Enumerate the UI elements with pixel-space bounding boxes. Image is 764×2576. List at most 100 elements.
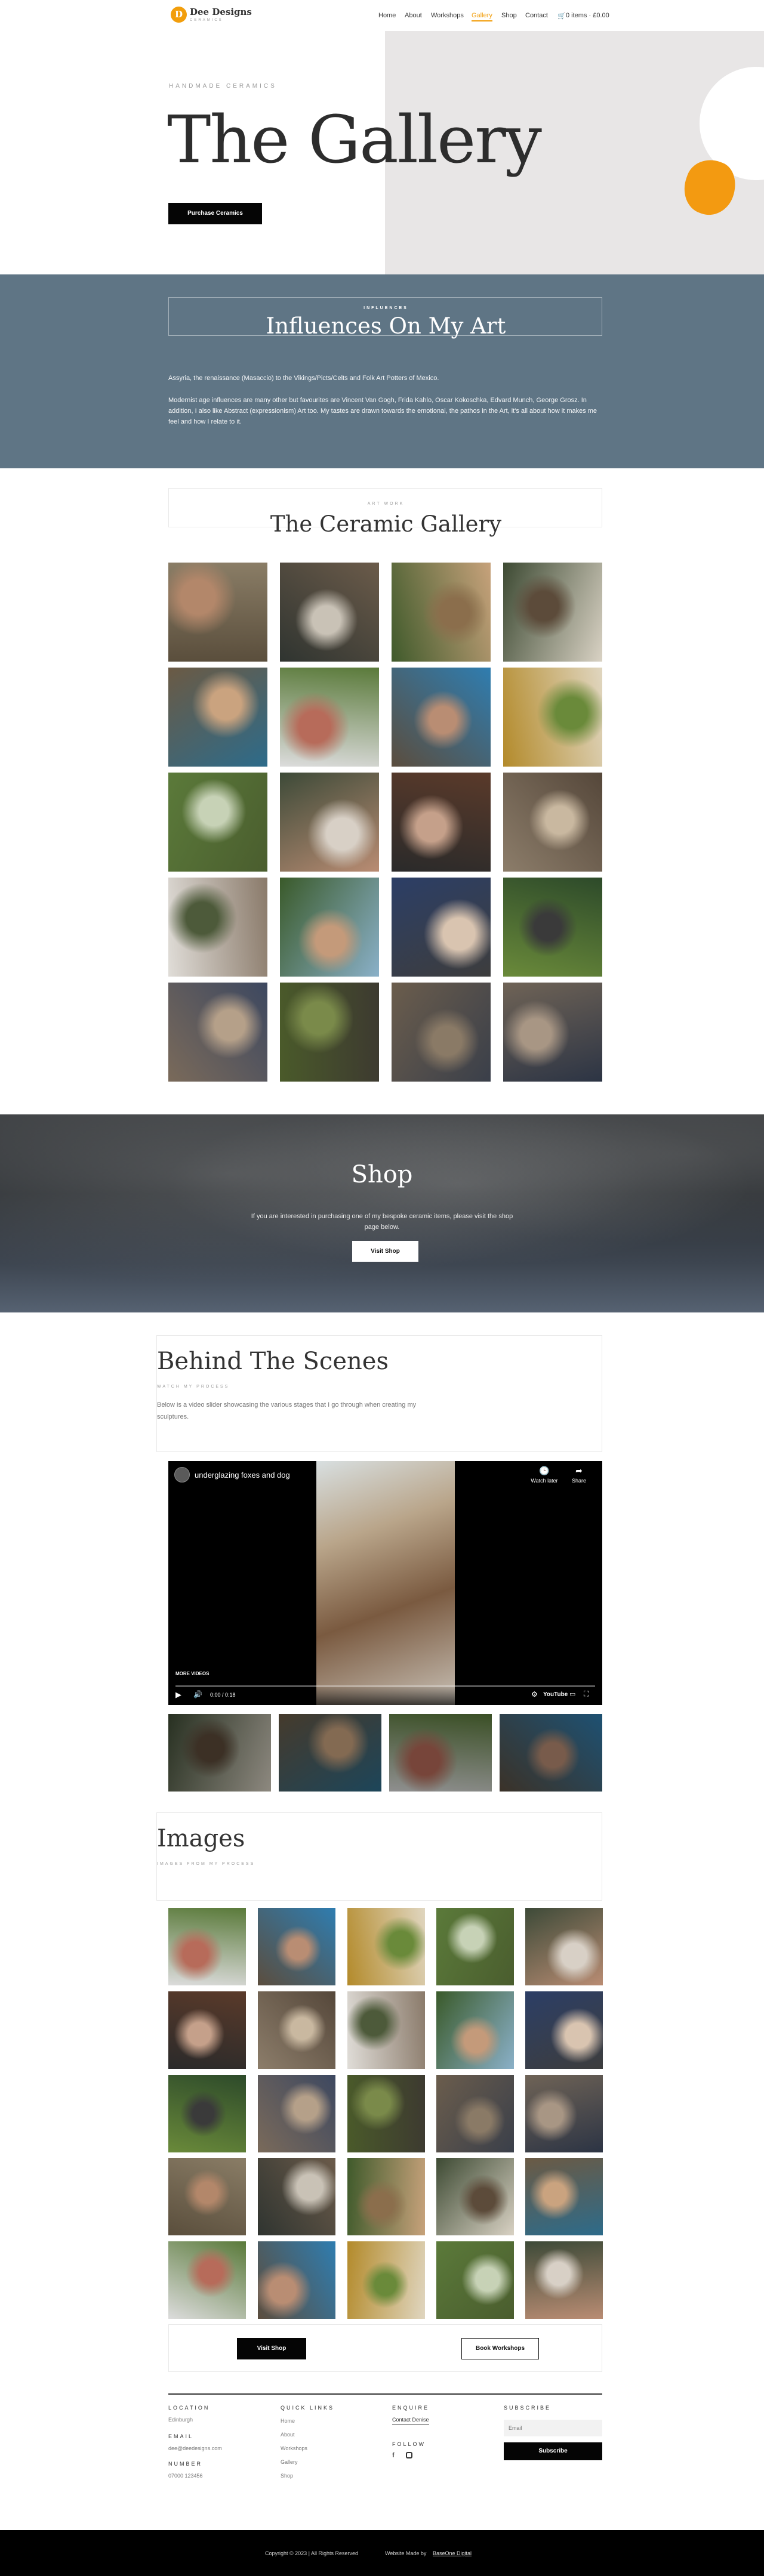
- watch-later-label[interactable]: Watch later: [530, 1478, 559, 1484]
- logo-icon[interactable]: D: [171, 7, 187, 23]
- behind-scenes-box: Behind The Scenes WATCH MY PROCESS Below…: [156, 1335, 602, 1452]
- process-image[interactable]: [258, 1908, 335, 1985]
- process-image[interactable]: [436, 2158, 514, 2235]
- process-image[interactable]: [168, 2158, 246, 2235]
- made-by-link[interactable]: BaseOne Digital: [433, 2550, 472, 2556]
- nav-workshops[interactable]: Workshops: [431, 12, 464, 19]
- gallery-heading-box: ART WORK The Ceramic Gallery: [168, 488, 602, 537]
- gallery-image[interactable]: [503, 878, 602, 977]
- nav-contact[interactable]: Contact: [525, 12, 548, 19]
- gallery-image[interactable]: [503, 773, 602, 872]
- nav-about[interactable]: About: [405, 12, 422, 19]
- gallery-image[interactable]: [280, 668, 379, 767]
- gallery-image[interactable]: [392, 668, 491, 767]
- process-image[interactable]: [347, 2158, 425, 2235]
- gallery-image[interactable]: [392, 983, 491, 1082]
- share-label[interactable]: Share: [568, 1478, 590, 1484]
- process-image[interactable]: [258, 2241, 335, 2319]
- visit-shop-button[interactable]: Visit Shop: [352, 1241, 418, 1262]
- gallery-image[interactable]: [168, 773, 267, 872]
- video-thumbnail[interactable]: [168, 1714, 271, 1792]
- watch-later-icon[interactable]: 🕒: [535, 1466, 554, 1476]
- nav-shop[interactable]: Shop: [501, 12, 517, 19]
- footer-link-about[interactable]: About: [281, 2432, 295, 2438]
- video-time: 0:00 / 0:18: [210, 1692, 236, 1698]
- gallery-image[interactable]: [280, 983, 379, 1082]
- process-image[interactable]: [347, 1991, 425, 2069]
- facebook-icon[interactable]: f: [392, 2452, 395, 2459]
- process-image[interactable]: [258, 2075, 335, 2152]
- gallery-image[interactable]: [280, 563, 379, 662]
- footer-link-workshops[interactable]: Workshops: [281, 2445, 307, 2451]
- footer-link-shop[interactable]: Shop: [281, 2473, 293, 2479]
- video-thumbnail[interactable]: [389, 1714, 492, 1792]
- hero-subtitle: HANDMADE CERAMICS: [169, 83, 277, 89]
- process-image[interactable]: [525, 2158, 603, 2235]
- gallery-image[interactable]: [503, 668, 602, 767]
- gallery-image[interactable]: [392, 878, 491, 977]
- influences-title: Influences On My Art: [266, 313, 506, 339]
- fullscreen-icon[interactable]: ⛶: [584, 1689, 589, 1698]
- gallery-image[interactable]: [503, 983, 602, 1082]
- cart-icon[interactable]: 🛒: [557, 12, 566, 20]
- gallery-image[interactable]: [280, 773, 379, 872]
- nav-gallery[interactable]: Gallery: [472, 12, 492, 21]
- book-workshops-button[interactable]: Book Workshops: [461, 2338, 539, 2359]
- video-title[interactable]: underglazing foxes and dog: [195, 1471, 290, 1479]
- process-image[interactable]: [168, 2241, 246, 2319]
- process-image[interactable]: [436, 2241, 514, 2319]
- share-icon[interactable]: ➦: [569, 1466, 589, 1476]
- process-image[interactable]: [258, 2158, 335, 2235]
- video-thumbnail[interactable]: [279, 1714, 381, 1792]
- process-image[interactable]: [436, 2075, 514, 2152]
- process-image[interactable]: [168, 1908, 246, 1985]
- settings-icon[interactable]: ⚙: [531, 1690, 538, 1698]
- process-image[interactable]: [258, 1991, 335, 2069]
- subscribe-email-input[interactable]: [504, 2420, 602, 2436]
- video-progress-bar[interactable]: [175, 1685, 595, 1687]
- gallery-image[interactable]: [392, 773, 491, 872]
- gallery-image[interactable]: [168, 563, 267, 662]
- process-image[interactable]: [168, 2075, 246, 2152]
- process-image[interactable]: [168, 1991, 246, 2069]
- video-thumbnail[interactable]: [500, 1714, 602, 1792]
- brand-name[interactable]: Dee Designs: [190, 7, 252, 17]
- gallery-image[interactable]: [503, 563, 602, 662]
- process-image[interactable]: [436, 1908, 514, 1985]
- footer-number[interactable]: 07000 123456: [168, 2473, 203, 2479]
- gallery-image[interactable]: [280, 878, 379, 977]
- influences-heading-box: INFLUENCES Influences On My Art: [168, 297, 602, 339]
- video-player[interactable]: underglazing foxes and dog 🕒 Watch later…: [168, 1461, 602, 1705]
- footer-follow-heading: FOLLOW: [392, 2441, 426, 2447]
- cart-summary[interactable]: 0 items · £0.00: [566, 12, 609, 19]
- visit-shop-button-2[interactable]: Visit Shop: [237, 2338, 306, 2359]
- process-image[interactable]: [525, 2075, 603, 2152]
- nav-home[interactable]: Home: [378, 12, 396, 19]
- contact-denise-link[interactable]: Contact Denise: [392, 2417, 429, 2424]
- footer-divider: [168, 2393, 602, 2395]
- process-image[interactable]: [525, 1991, 603, 2069]
- more-videos-label[interactable]: MORE VIDEOS: [175, 1671, 209, 1676]
- volume-icon[interactable]: 🔊: [193, 1690, 202, 1698]
- footer-link-gallery[interactable]: Gallery: [281, 2459, 298, 2465]
- footer-link-home[interactable]: Home: [281, 2418, 295, 2424]
- process-image[interactable]: [436, 1991, 514, 2069]
- gallery-image[interactable]: [168, 983, 267, 1082]
- process-image[interactable]: [347, 2241, 425, 2319]
- footer-email[interactable]: dee@deedesigns.com: [168, 2445, 222, 2451]
- gallery-image[interactable]: [168, 668, 267, 767]
- process-image[interactable]: [347, 2075, 425, 2152]
- instagram-icon[interactable]: [406, 2452, 412, 2458]
- process-image[interactable]: [525, 1908, 603, 1985]
- miniplayer-icon[interactable]: ▭: [569, 1690, 575, 1698]
- play-icon[interactable]: ▶: [175, 1690, 181, 1700]
- thumbnail-overlay: [168, 1714, 271, 1792]
- gallery-image[interactable]: [168, 878, 267, 977]
- youtube-logo[interactable]: YouTube: [543, 1691, 568, 1698]
- process-image[interactable]: [347, 1908, 425, 1985]
- gallery-image[interactable]: [392, 563, 491, 662]
- process-image[interactable]: [525, 2241, 603, 2319]
- channel-avatar[interactable]: [174, 1467, 190, 1482]
- purchase-ceramics-button[interactable]: Purchase Ceramics: [168, 203, 262, 224]
- subscribe-button[interactable]: Subscribe: [504, 2442, 602, 2460]
